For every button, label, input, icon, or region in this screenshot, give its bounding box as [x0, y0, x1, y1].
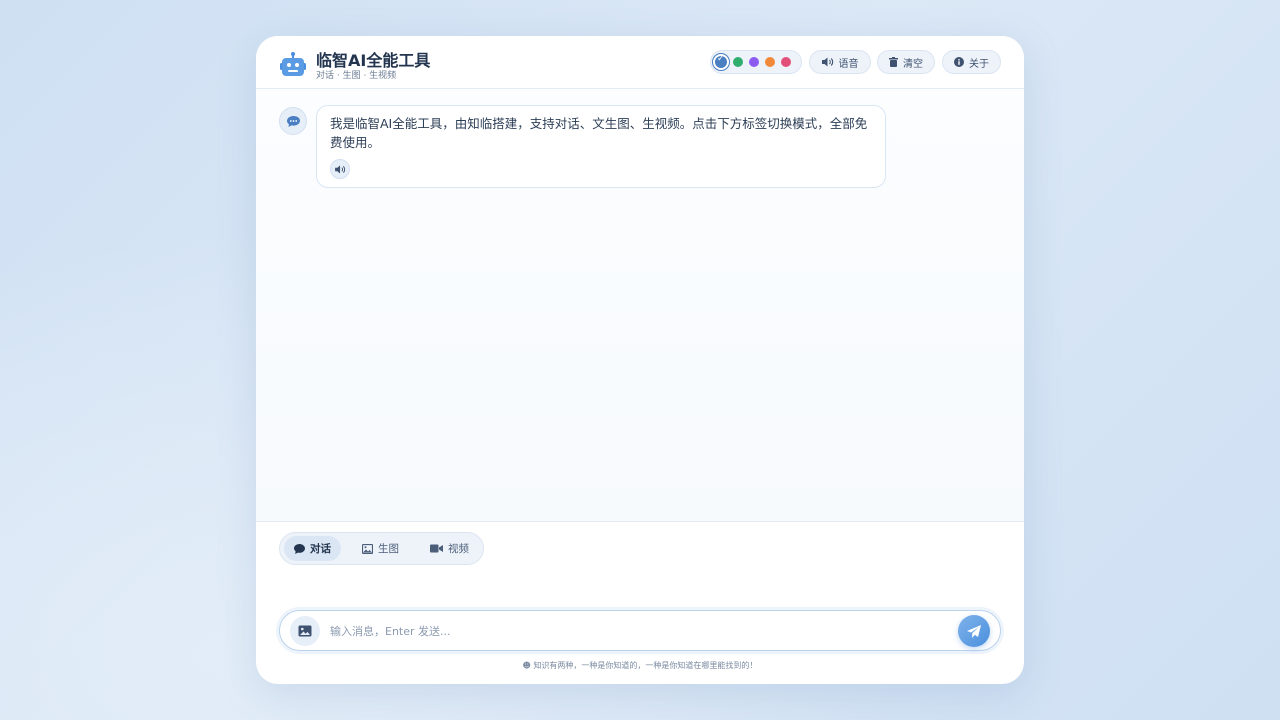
paper-plane-icon [967, 624, 981, 638]
footer-quote: ☻ 知识有两种，一种是你知道的，一种是你知道在哪里能找到的！ [256, 660, 1024, 671]
clear-label: 清空 [903, 58, 923, 70]
clear-button[interactable]: 清空 [877, 50, 935, 74]
message-input-bar [279, 610, 1001, 651]
upload-image-button[interactable] [290, 616, 320, 646]
info-icon [954, 57, 964, 67]
voice-label: 语音 [838, 58, 859, 70]
theme-selector [710, 50, 802, 74]
tab-video-label: 视频 [448, 543, 469, 555]
about-button[interactable]: 关于 [942, 50, 1001, 74]
message-text: 我是临智AI全能工具，由知临搭建，支持对话、文生图、生视频。点击下方标签切换模式… [330, 116, 868, 150]
chat-bubble-icon [294, 543, 305, 554]
chat-dots-icon [286, 115, 300, 127]
tab-image-label: 生图 [378, 543, 399, 555]
about-label: 关于 [969, 58, 989, 70]
assistant-avatar [279, 107, 307, 135]
footer-text: 知识有两种，一种是你知道的，一种是你知道在哪里能找到的！ [533, 661, 758, 670]
smile-icon: ☻ [522, 661, 534, 670]
image-icon [362, 543, 373, 554]
trash-icon [889, 57, 898, 67]
speaker-icon [334, 164, 345, 174]
tab-video[interactable]: 视频 [420, 536, 479, 561]
robot-logo-icon [280, 52, 306, 76]
send-button[interactable] [958, 615, 990, 647]
theme-dot-green[interactable] [733, 57, 743, 67]
message-list: 我是临智AI全能工具，由知临搭建，支持对话、文生图、生视频。点击下方标签切换模式… [256, 89, 1024, 521]
header: 临智AI全能工具 对话 · 生图 · 生视频 语音 清空 [256, 36, 1024, 89]
theme-dot-purple[interactable] [749, 57, 759, 67]
theme-dot-blue[interactable] [715, 54, 727, 68]
mode-tabs: 对话 生图 视频 [279, 532, 484, 565]
speaker-icon [821, 57, 833, 67]
tab-chat[interactable]: 对话 [284, 536, 341, 561]
tab-image[interactable]: 生图 [352, 536, 409, 561]
theme-dot-pink[interactable] [781, 57, 791, 67]
assistant-message: 我是临智AI全能工具，由知临搭建，支持对话、文生图、生视频。点击下方标签切换模式… [316, 105, 886, 188]
message-input[interactable] [328, 620, 932, 642]
tab-chat-label: 对话 [310, 543, 331, 555]
divider [256, 521, 1024, 522]
app-window: 临智AI全能工具 对话 · 生图 · 生视频 语音 清空 [256, 36, 1024, 684]
app-subtitle: 对话 · 生图 · 生视频 [316, 71, 397, 81]
image-icon [298, 625, 312, 637]
read-aloud-button[interactable] [330, 159, 350, 179]
video-camera-icon [430, 544, 443, 553]
voice-button[interactable]: 语音 [809, 50, 871, 74]
theme-dot-orange[interactable] [765, 57, 775, 67]
